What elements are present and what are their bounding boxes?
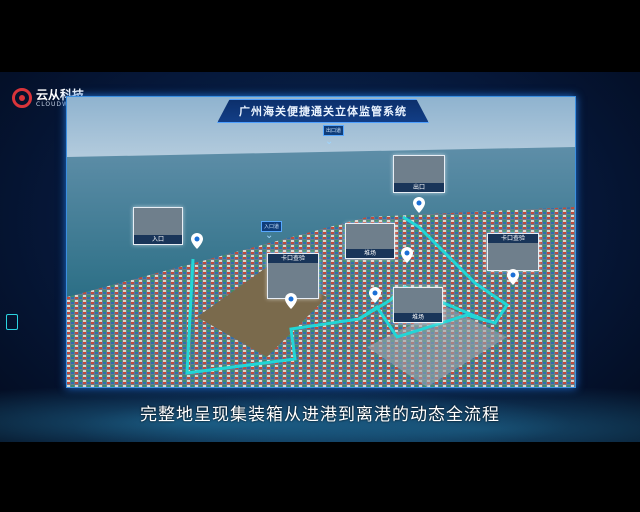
card-entrance-label: 入口 — [134, 235, 182, 244]
card-yard-2-label: 堆场 — [394, 313, 442, 322]
chevron-down-icon: ⌄ — [325, 136, 334, 147]
logo-mark-icon — [12, 88, 32, 108]
card-checkpoint-1-label: 卡口查验 — [268, 254, 318, 263]
location-pin-icon-3 — [369, 287, 381, 303]
location-pin-icon-6 — [507, 269, 519, 285]
card-checkpoint-2-label: 卡口查验 — [488, 234, 538, 243]
card-exit: 出口 — [393, 155, 445, 193]
card-yard-1-label: 堆场 — [346, 249, 394, 258]
port-map-panel: 广州海关便捷通关立体监管系统 出口道 ⌄ 入口道 ⌄ 入口 出口 卡口查验 卡口… — [66, 96, 576, 388]
card-checkpoint-2: 卡口查验 — [487, 233, 539, 271]
card-yard-1: 堆场 — [345, 223, 395, 259]
location-pin-icon-2 — [285, 293, 297, 309]
side-phone-icon — [6, 314, 18, 330]
panel-title-bar: 广州海关便捷通关立体监管系统 — [217, 99, 429, 123]
card-exit-label: 出口 — [394, 183, 444, 192]
card-entrance: 入口 — [133, 207, 183, 245]
location-pin-icon-5 — [413, 197, 425, 213]
chevron-down-icon-2: ⌄ — [265, 230, 274, 241]
location-pin-icon — [191, 233, 203, 249]
exit-road-tag: 出口道 — [323, 125, 345, 136]
panel-title: 广州海关便捷通关立体监管系统 — [239, 105, 407, 118]
card-yard-2: 堆场 — [393, 287, 443, 323]
video-subtitle: 完整地呈现集装箱从进港到离港的动态全流程 — [140, 405, 500, 425]
location-pin-icon-4 — [401, 247, 413, 263]
